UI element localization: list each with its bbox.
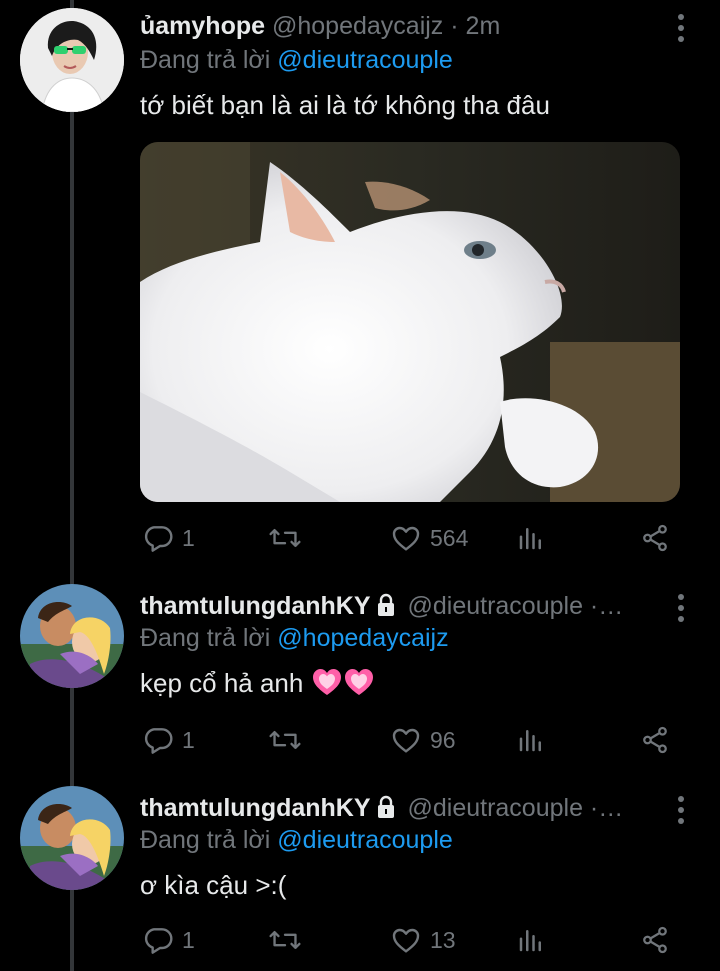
handle[interactable]: @hopedaycaijz [272,12,443,40]
heart-emoji [312,669,373,695]
like-icon [392,728,420,753]
analytics-button[interactable] [516,518,546,558]
mention-link[interactable]: @dieutracouple [277,826,453,854]
like-button[interactable]: 13 [390,920,456,960]
reply-icon [144,728,173,754]
mention-link[interactable]: @hopedaycaijz [277,624,448,652]
reply-count: 1 [182,726,195,753]
cat-photo [140,142,680,502]
reply-icon [144,928,173,954]
share-icon [643,524,667,552]
retweet-button[interactable] [268,720,310,760]
handle[interactable]: @dieutracouple ·… [407,592,623,620]
avatar[interactable] [20,584,124,688]
reply-prefix: Đang trả lời [140,826,271,854]
like-count: 13 [430,926,456,953]
retweet-icon [269,730,301,750]
retweet-button[interactable] [268,518,310,558]
tweet-actions: 1 564 [140,518,680,558]
tweet-actions: 1 13 [140,920,680,960]
more-icon[interactable] [678,594,686,627]
more-icon[interactable] [678,796,686,829]
tweet-header: thamtulungdanhKY @dieutracouple ·… [140,590,660,622]
tweet-1[interactable]: ủamyhope @hopedaycaijz · 2m Đang trả lời… [0,0,720,570]
share-button[interactable] [640,720,670,760]
reply-button[interactable]: 1 [142,720,195,760]
reply-prefix: Đang trả lời [140,46,271,74]
analytics-icon [519,528,541,550]
like-count: 96 [430,726,456,753]
retweet-icon [269,930,301,950]
tweet-text: kẹp cổ hả anh [140,668,304,698]
tweet-3[interactable]: thamtulungdanhKY @dieutracouple ·… Đang … [0,784,720,971]
reply-icon [144,526,173,552]
tweet-text: ơ kìa cậu >:( [140,870,287,900]
tweet-text-row: kẹp cổ hả anh [140,666,375,700]
share-icon [643,726,667,754]
share-button[interactable] [640,920,670,960]
display-name[interactable]: thamtulungdanhKY [140,794,371,822]
analytics-icon [519,730,541,752]
like-icon [392,526,420,551]
reply-count: 1 [182,926,195,953]
avatar[interactable] [20,786,124,890]
like-button[interactable]: 564 [390,518,468,558]
reply-context: Đang trả lời @dieutracouple [140,824,453,856]
like-count: 564 [430,524,469,551]
more-icon[interactable] [678,14,686,47]
reply-prefix: Đang trả lời [140,624,271,652]
tweet-image[interactable] [140,142,680,502]
reply-context: Đang trả lời @hopedaycaijz [140,622,449,654]
handle[interactable]: @dieutracouple ·… [407,794,623,822]
retweet-icon [269,528,301,548]
retweet-button[interactable] [268,920,310,960]
lock-icon [377,795,394,818]
tweet-actions: 1 96 [140,720,680,760]
display-name[interactable]: thamtulungdanhKY [140,592,371,620]
tweet-2[interactable]: thamtulungdanhKY @dieutracouple ·… Đang … [0,582,720,772]
tweet-header: thamtulungdanhKY @dieutracouple ·… [140,792,660,824]
reply-button[interactable]: 1 [142,920,195,960]
tweet-header: ủamyhope @hopedaycaijz · 2m [140,10,660,42]
analytics-button[interactable] [516,720,546,760]
like-icon [392,928,420,953]
timestamp[interactable]: · 2m [450,12,500,40]
reply-button[interactable]: 1 [142,518,195,558]
like-button[interactable]: 96 [390,720,456,760]
avatar[interactable] [20,8,124,112]
tweet-text: tớ biết bạn là ai là tớ không tha đâu [140,90,550,120]
reply-count: 1 [182,524,195,551]
share-button[interactable] [640,518,670,558]
display-name[interactable]: ủamyhope [140,12,265,40]
mention-link[interactable]: @dieutracouple [277,46,453,74]
analytics-icon [519,930,541,952]
share-icon [643,926,667,954]
analytics-button[interactable] [516,920,546,960]
lock-icon [377,593,394,616]
reply-context: Đang trả lời @dieutracouple [140,44,453,76]
